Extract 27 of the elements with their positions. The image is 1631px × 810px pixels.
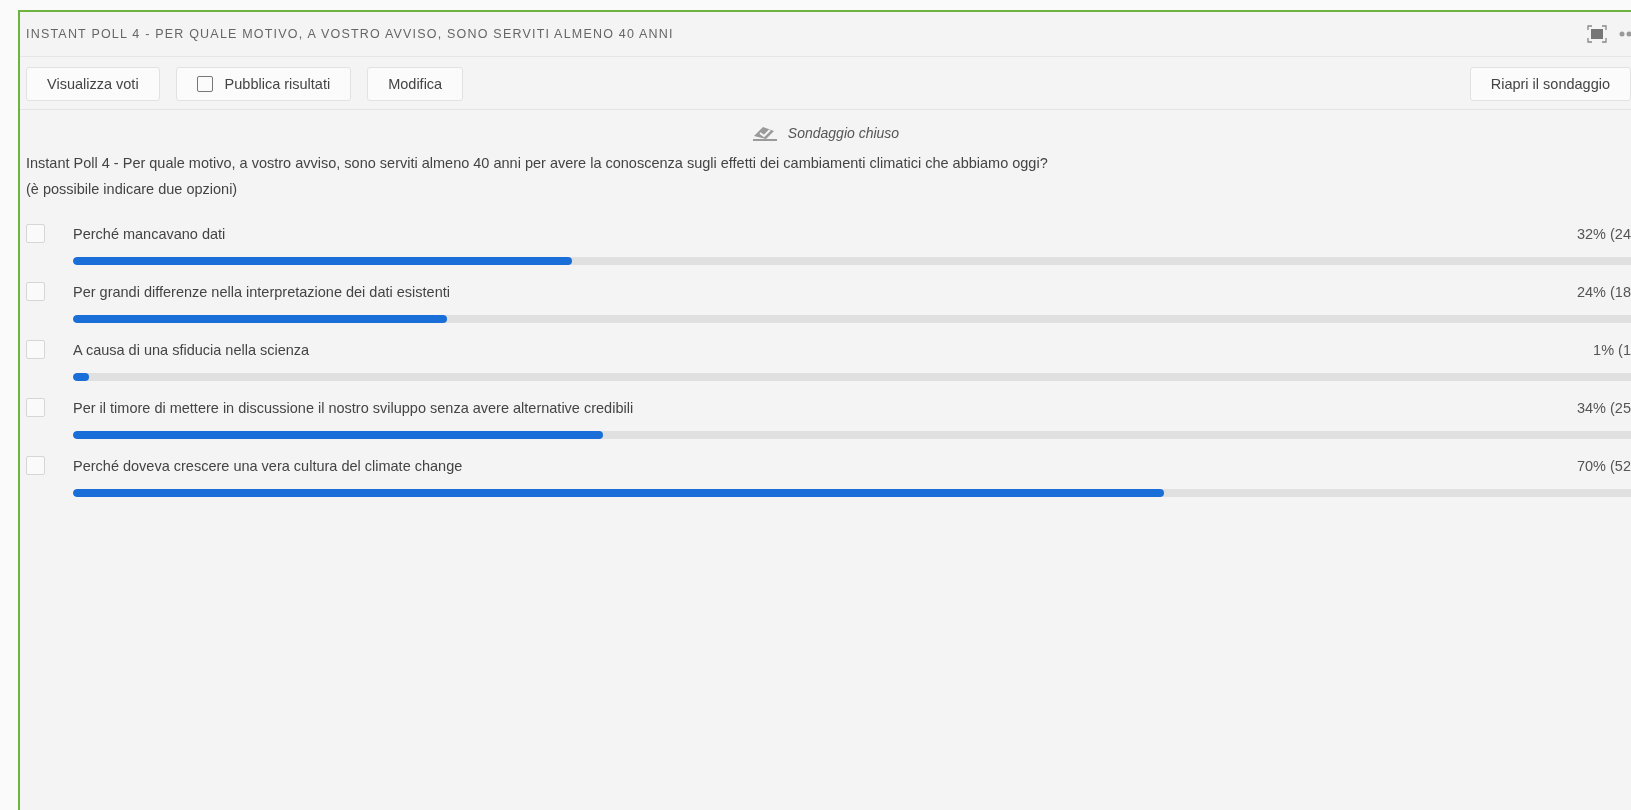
- option-label: A causa di una sfiducia nella scienza: [73, 341, 310, 358]
- option-checkbox[interactable]: [26, 340, 45, 359]
- option-result: 24% (18: [1577, 283, 1631, 300]
- more-icon[interactable]: [1619, 31, 1631, 37]
- option-checkbox[interactable]: [26, 224, 45, 243]
- option-result: 32% (24: [1577, 225, 1631, 242]
- option-result: 1% (1: [1593, 341, 1631, 358]
- poll-status: Sondaggio chiuso: [787, 125, 900, 141]
- question-text: (è possibile indicare due opzioni): [26, 180, 239, 199]
- option-checkbox[interactable]: [26, 282, 45, 301]
- publish-checkbox[interactable]: [196, 76, 213, 92]
- option-result: 34% (25: [1577, 399, 1631, 416]
- option-label: Perché mancavano dati: [73, 225, 226, 242]
- option-result: 70% (52: [1577, 457, 1631, 474]
- ballot-check-icon: [751, 124, 778, 142]
- option-checkbox[interactable]: [26, 456, 45, 475]
- option-label: Per grandi differenze nella interpretazione dei dati esistenti: [73, 283, 450, 300]
- option-label: Per il timore di mettere in discussione il nostro sviluppo senza avere alternative credibili: [73, 399, 634, 416]
- edit-button[interactable]: Modifica: [367, 67, 464, 101]
- poll-title: INSTANT POLL 4 - PER QUALE MOTIVO, A VOSTRO AVVISO, SONO SERVITI ALMENO 40 ANNI: [26, 27, 674, 41]
- option-label: Perché doveva crescere una vera cultura del climate change: [73, 457, 463, 474]
- fullscreen-icon[interactable]: [1587, 25, 1607, 43]
- view-votes-button[interactable]: Visualizza voti: [26, 67, 160, 101]
- option-checkbox[interactable]: [26, 398, 45, 417]
- question-text: Instant Poll 4 - Per quale motivo, a vostro avviso, sono serviti almeno 40 anni per avere la conoscenza sugli effetti dei cambiamenti climatici che abbiamo oggi?: [26, 154, 1049, 173]
- publish-results-button[interactable]: Pubblica risultati: [175, 67, 352, 101]
- reopen-poll-button[interactable]: Riapri il sondaggio: [1469, 67, 1631, 101]
